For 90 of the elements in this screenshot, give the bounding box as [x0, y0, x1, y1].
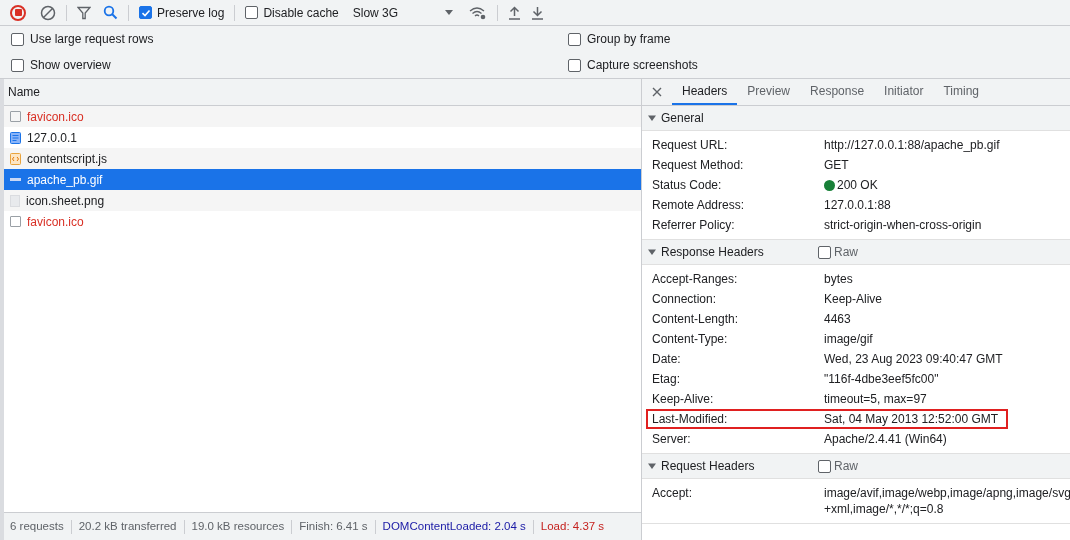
- header-value: image/gif: [824, 331, 873, 347]
- setting-label: Use large request rows: [30, 31, 154, 48]
- header-value: 4463: [824, 311, 851, 327]
- header-value: bytes: [824, 271, 853, 287]
- disable-cache-checkbox[interactable]: [245, 6, 259, 19]
- request-name: apache_pb.gif: [27, 171, 103, 189]
- header-key: Server:: [652, 431, 824, 447]
- throttling-select[interactable]: Slow 3G: [352, 3, 453, 22]
- request-name: favicon.ico: [27, 213, 84, 231]
- wifi-gear-icon[interactable]: [468, 5, 487, 20]
- setting-label: Group by frame: [587, 31, 671, 48]
- clear-icon[interactable]: [40, 4, 56, 21]
- header-value: 127.0.0.1:88: [824, 197, 891, 213]
- header-key: Etag:: [652, 371, 824, 387]
- status-text: Load: 4.37 s: [540, 518, 605, 534]
- header-value: timeout=5, max=97: [824, 391, 927, 407]
- request-row[interactable]: contentscript.js: [4, 148, 641, 169]
- detail-tab[interactable]: Initiator: [874, 79, 934, 105]
- header-value: GET: [824, 157, 849, 173]
- detail-tab[interactable]: Preview: [737, 79, 801, 105]
- header-key: Last-Modified:: [652, 411, 824, 427]
- section-header[interactable]: Response Headers Raw: [642, 240, 1070, 265]
- header-key: Request URL:: [652, 137, 824, 153]
- header-key: Remote Address:: [652, 197, 824, 213]
- request-name: 127.0.0.1: [27, 129, 78, 147]
- header-key: Content-Type:: [652, 331, 824, 347]
- request-name: icon.sheet.png: [26, 192, 105, 210]
- request-row[interactable]: apache_pb.gif: [4, 169, 641, 190]
- preserve-log-label: Preserve log: [157, 4, 225, 22]
- header-value: Sat, 04 May 2013 12:52:00 GMT: [824, 411, 999, 427]
- header-value: "116f-4dbe3eef5fc00": [824, 371, 939, 387]
- script-icon: [10, 152, 21, 165]
- raw-label: Raw: [834, 458, 858, 475]
- name-column-header[interactable]: Name: [4, 79, 641, 106]
- header-key: Content-Length:: [652, 311, 824, 327]
- filter-icon[interactable]: [77, 5, 91, 20]
- request-row[interactable]: icon.sheet.png: [4, 190, 641, 211]
- status-text: Finish: 6.41 s: [299, 518, 368, 534]
- setting-label: Show overview: [30, 57, 111, 74]
- header-key: Date:: [652, 351, 824, 367]
- header-key: Referrer Policy:: [652, 217, 824, 233]
- section-title: Request Headers: [661, 458, 755, 475]
- header-key: Request Method:: [652, 157, 824, 173]
- status-text: DOMContentLoaded: 2.04 s: [382, 518, 526, 534]
- header-value: image/avif,image/webp,image/apng,image/svg: [824, 485, 1070, 501]
- preserve-log-checkbox[interactable]: [139, 6, 152, 19]
- dropdown-caret-icon: [444, 10, 453, 15]
- setting-label: Capture screenshots: [587, 57, 698, 74]
- header-key: Accept:: [652, 485, 824, 501]
- section-header[interactable]: Request Headers Raw: [642, 454, 1070, 479]
- upload-icon[interactable]: [507, 5, 521, 20]
- header-value: 200 OK: [837, 177, 878, 193]
- image-strip-icon: [10, 178, 21, 181]
- raw-label: Raw: [834, 244, 858, 261]
- header-key: Connection:: [652, 291, 824, 307]
- search-icon[interactable]: [103, 5, 118, 20]
- disable-cache-label: Disable cache: [263, 4, 339, 22]
- header-key: Accept-Ranges:: [652, 271, 824, 287]
- record-button[interactable]: [10, 4, 26, 21]
- close-icon[interactable]: [652, 87, 662, 97]
- request-name: contentscript.js: [27, 150, 108, 168]
- document-icon: [10, 131, 21, 144]
- header-value: http://127.0.0.1:88/apache_pb.gif: [824, 137, 1000, 153]
- blank-file-icon: [10, 111, 21, 122]
- raw-checkbox[interactable]: [818, 245, 831, 259]
- detail-tab[interactable]: Timing: [933, 79, 989, 105]
- detail-tab[interactable]: Response: [800, 79, 875, 105]
- status-text: 6 requests: [10, 518, 64, 534]
- blank-file-icon: [10, 216, 21, 227]
- header-value: Keep-Alive: [824, 291, 883, 307]
- header-value: Wed, 23 Aug 2023 09:40:47 GMT: [824, 351, 1003, 367]
- setting-checkbox[interactable]: [568, 32, 581, 46]
- setting-checkbox[interactable]: [11, 32, 24, 46]
- setting-checkbox[interactable]: [568, 58, 581, 72]
- status-text: 20.2 kB transferred: [78, 518, 177, 534]
- download-icon[interactable]: [530, 5, 544, 20]
- section-title: General: [661, 110, 704, 127]
- request-name: favicon.ico: [27, 108, 84, 126]
- section-title: Response Headers: [661, 244, 764, 261]
- header-value: Apache/2.4.41 (Win64): [824, 431, 947, 447]
- setting-checkbox[interactable]: [11, 58, 24, 72]
- raw-checkbox[interactable]: [818, 459, 831, 473]
- header-key: Status Code:: [652, 177, 824, 193]
- header-key: Keep-Alive:: [652, 391, 824, 407]
- section-header[interactable]: General: [642, 106, 1070, 131]
- header-value: strict-origin-when-cross-origin: [824, 217, 982, 233]
- header-value: +xml,image/*,*/*;q=0.8: [824, 501, 944, 517]
- image-file-icon: [10, 194, 20, 207]
- request-row[interactable]: favicon.ico: [4, 106, 641, 127]
- status-text: 19.0 kB resources: [191, 518, 285, 534]
